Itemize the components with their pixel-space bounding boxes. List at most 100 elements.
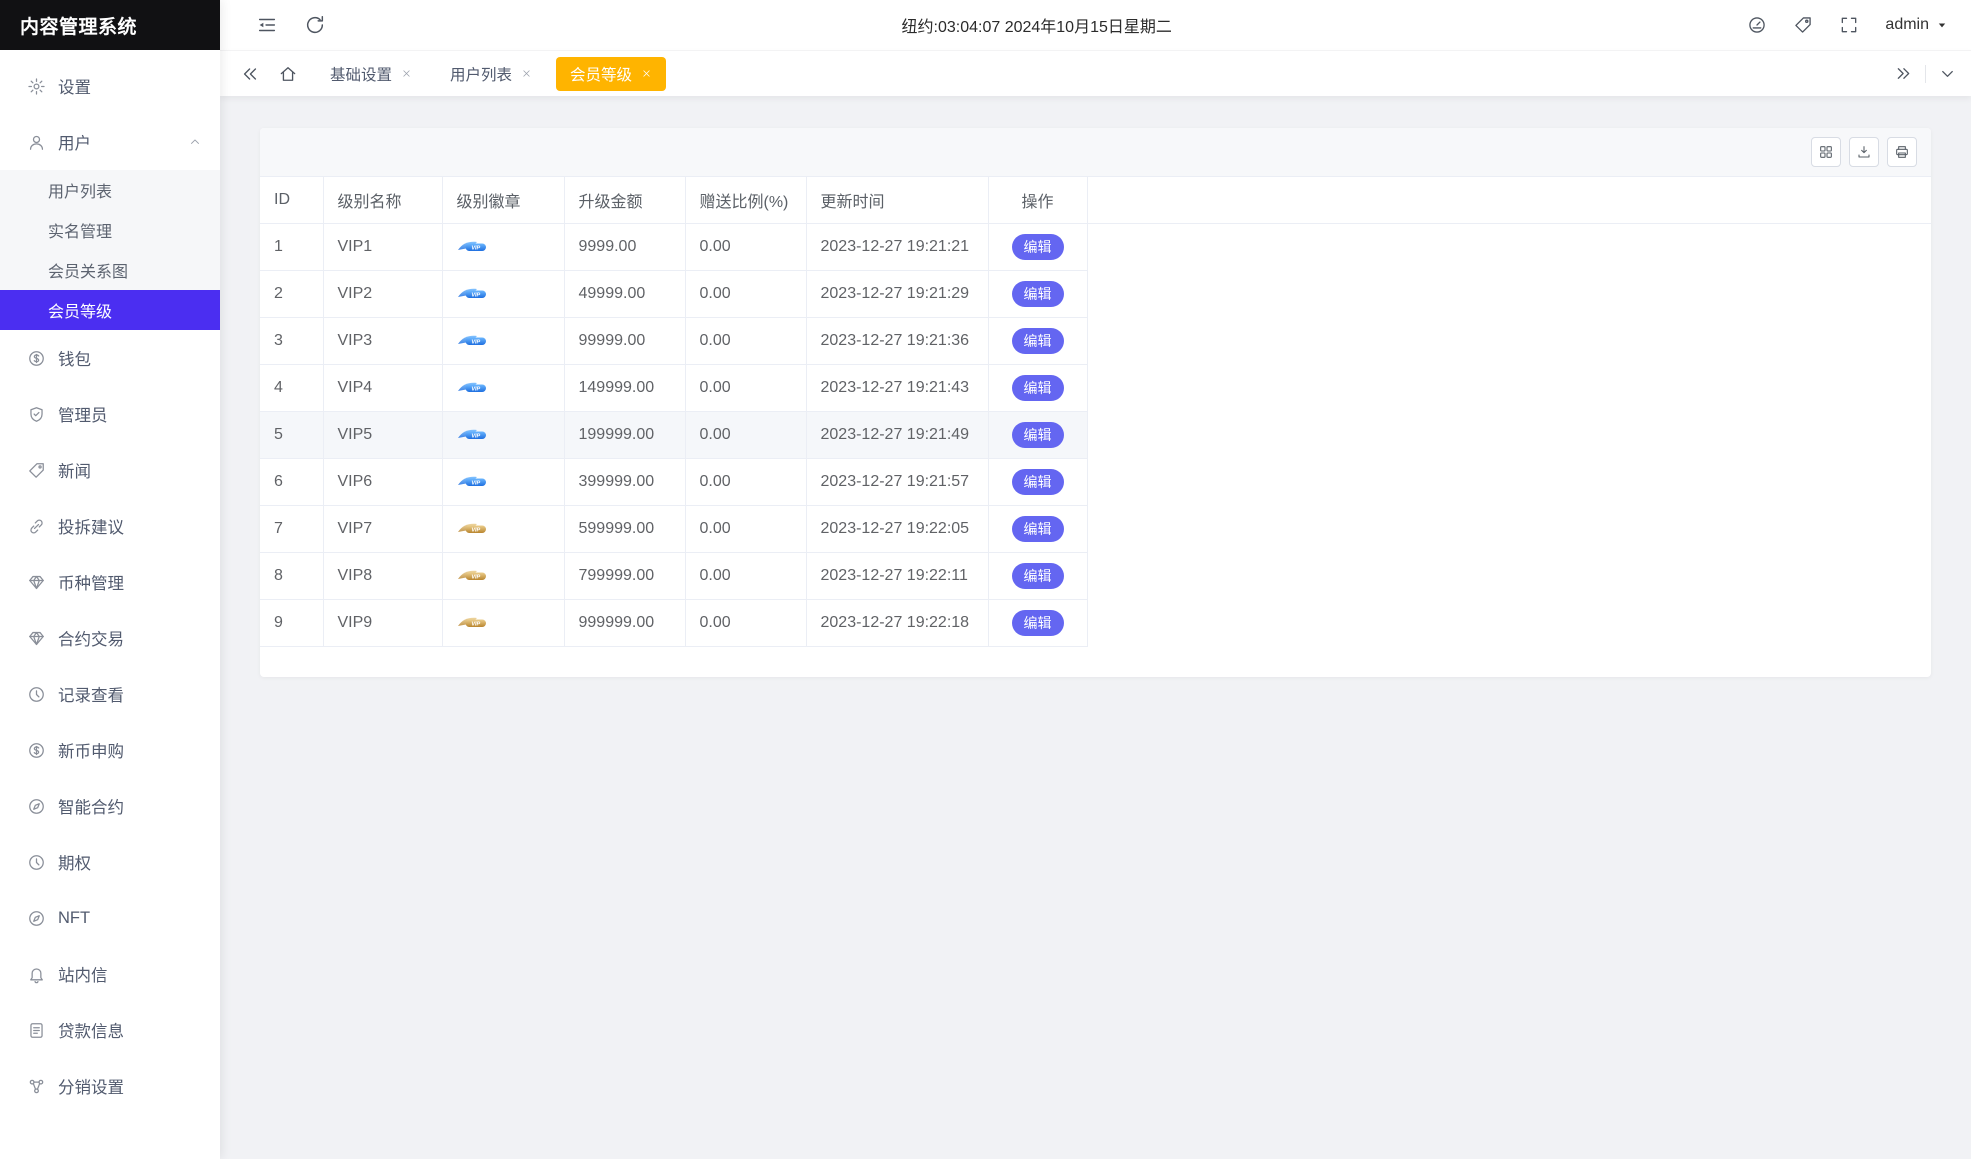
close-icon[interactable] xyxy=(521,68,532,79)
edit-button[interactable]: 编辑 xyxy=(1012,469,1064,495)
cell-updated: 2023-12-27 19:21:49 xyxy=(806,412,988,459)
cell-badge: VIP xyxy=(442,600,564,647)
sidebar-item-news[interactable]: 新闻 xyxy=(0,442,220,498)
close-icon[interactable] xyxy=(401,68,412,79)
sidebar-item-label: 贷款信息 xyxy=(58,1018,124,1042)
member-level-table: ID级别名称级别徽章升级金额赠送比例(%)更新时间操作 1VIP1 VIP999… xyxy=(260,176,1931,647)
tab-basic-settings[interactable]: 基础设置 xyxy=(316,57,426,91)
printer-button[interactable] xyxy=(1887,137,1917,167)
tab-user-list[interactable]: 用户列表 xyxy=(436,57,546,91)
table-row: 9VIP9 VIP999999.000.002023-12-27 19:22:1… xyxy=(260,600,1931,647)
edit-button[interactable]: 编辑 xyxy=(1012,234,1064,260)
dashboard-icon[interactable] xyxy=(1747,15,1767,35)
user-menu[interactable]: admin xyxy=(1885,16,1949,34)
sidebar-subitem-member-level[interactable]: 会员等级 xyxy=(0,290,220,330)
table-row: 6VIP6 VIP399999.000.002023-12-27 19:21:5… xyxy=(260,459,1931,506)
table-row: 3VIP3 VIP99999.000.002023-12-27 19:21:36… xyxy=(260,318,1931,365)
download-button[interactable] xyxy=(1849,137,1879,167)
sidebar-submenu: 用户列表实名管理会员关系图会员等级 xyxy=(0,170,220,330)
cell-action: 编辑 xyxy=(988,224,1087,271)
sidebar-item-label: 新闻 xyxy=(58,458,91,482)
open-tabs: 基础设置用户列表会员等级 xyxy=(316,57,1894,91)
table-row: 5VIP5 VIP199999.000.002023-12-27 19:21:4… xyxy=(260,412,1931,459)
pricetag-icon[interactable] xyxy=(1793,15,1813,35)
sidebar-item-loans[interactable]: 贷款信息 xyxy=(0,1002,220,1058)
cell-name: VIP9 xyxy=(323,600,442,647)
table-row: 1VIP1 VIP9999.000.002023-12-27 19:21:21编… xyxy=(260,224,1931,271)
table-body: 1VIP1 VIP9999.000.002023-12-27 19:21:21编… xyxy=(260,224,1931,647)
cell-id: 9 xyxy=(260,600,323,647)
sidebar-item-admins[interactable]: 管理员 xyxy=(0,386,220,442)
cell-ratio: 0.00 xyxy=(685,459,806,506)
sidebar-item-coins[interactable]: 币种管理 xyxy=(0,554,220,610)
sidebar-item-new-coin[interactable]: 新币申购 xyxy=(0,722,220,778)
sidebar-subitem-user-list[interactable]: 用户列表 xyxy=(0,170,220,210)
row-filler xyxy=(1087,553,1931,600)
svg-text:VIP: VIP xyxy=(471,387,480,393)
cell-updated: 2023-12-27 19:21:36 xyxy=(806,318,988,365)
link-icon xyxy=(26,516,46,536)
user-icon xyxy=(26,132,46,152)
table-row: 7VIP7 VIP599999.000.002023-12-27 19:22:0… xyxy=(260,506,1931,553)
cell-name: VIP4 xyxy=(323,365,442,412)
fullscreen-icon[interactable] xyxy=(1839,15,1859,35)
edit-button[interactable]: 编辑 xyxy=(1012,563,1064,589)
printer-icon xyxy=(1894,144,1910,160)
sidebar-item-messages[interactable]: 站内信 xyxy=(0,946,220,1002)
sidebar-item-wallet[interactable]: 钱包 xyxy=(0,330,220,386)
cell-name: VIP7 xyxy=(323,506,442,553)
row-filler xyxy=(1087,318,1931,365)
sidebar-item-contract-trade[interactable]: 合约交易 xyxy=(0,610,220,666)
close-icon[interactable] xyxy=(641,68,652,79)
sidebar-item-settings[interactable]: 设置 xyxy=(0,58,220,114)
cell-updated: 2023-12-27 19:22:18 xyxy=(806,600,988,647)
vip-badge-blue-icon: VIP xyxy=(457,239,487,254)
sidebar-item-label: 期权 xyxy=(58,850,91,874)
tab-member-level[interactable]: 会员等级 xyxy=(556,57,666,91)
cell-badge: VIP xyxy=(442,271,564,318)
cell-badge: VIP xyxy=(442,224,564,271)
sidebar-item-label: 钱包 xyxy=(58,346,91,370)
app-root: 内容管理系统 设置用户用户列表实名管理会员关系图会员等级钱包管理员新闻投拆建议币… xyxy=(0,0,1971,1159)
edit-button[interactable]: 编辑 xyxy=(1012,422,1064,448)
column-header: 升级金额 xyxy=(564,177,685,224)
edit-button[interactable]: 编辑 xyxy=(1012,610,1064,636)
edit-button[interactable]: 编辑 xyxy=(1012,375,1064,401)
row-filler xyxy=(1087,412,1931,459)
sidebar-item-nft[interactable]: NFT xyxy=(0,890,220,946)
edit-button[interactable]: 编辑 xyxy=(1012,516,1064,542)
sidebar-item-options[interactable]: 期权 xyxy=(0,834,220,890)
vip-badge-gold-icon: VIP xyxy=(457,615,487,630)
refresh-icon[interactable] xyxy=(304,14,326,36)
cell-updated: 2023-12-27 19:21:21 xyxy=(806,224,988,271)
sidebar-subitem-relation-map[interactable]: 会员关系图 xyxy=(0,250,220,290)
cell-amount: 399999.00 xyxy=(564,459,685,506)
compass-icon xyxy=(26,796,46,816)
sidebar-item-distribution[interactable]: 分销设置 xyxy=(0,1058,220,1114)
edit-button[interactable]: 编辑 xyxy=(1012,328,1064,354)
edit-button[interactable]: 编辑 xyxy=(1012,281,1064,307)
sidebar-item-records[interactable]: 记录查看 xyxy=(0,666,220,722)
cell-id: 5 xyxy=(260,412,323,459)
svg-text:VIP: VIP xyxy=(471,293,480,299)
chevrons-right-icon[interactable] xyxy=(1894,64,1913,83)
cell-badge: VIP xyxy=(442,506,564,553)
cell-badge: VIP xyxy=(442,365,564,412)
chevrons-left-icon[interactable] xyxy=(240,64,260,84)
cell-ratio: 0.00 xyxy=(685,365,806,412)
menu-toggle-icon[interactable] xyxy=(256,14,278,36)
sidebar-item-smart-contract[interactable]: 智能合约 xyxy=(0,778,220,834)
svg-text:VIP: VIP xyxy=(471,340,480,346)
grid-button[interactable] xyxy=(1811,137,1841,167)
cell-action: 编辑 xyxy=(988,506,1087,553)
vip-badge-blue-icon: VIP xyxy=(457,286,487,301)
cell-name: VIP1 xyxy=(323,224,442,271)
sidebar-item-feedback[interactable]: 投拆建议 xyxy=(0,498,220,554)
home-icon[interactable] xyxy=(278,64,298,84)
sidebar-subitem-realname[interactable]: 实名管理 xyxy=(0,210,220,250)
sidebar-item-users[interactable]: 用户 xyxy=(0,114,220,170)
cell-id: 4 xyxy=(260,365,323,412)
svg-text:VIP: VIP xyxy=(471,575,480,581)
row-filler xyxy=(1087,459,1931,506)
chevron-down-icon[interactable] xyxy=(1938,64,1957,83)
